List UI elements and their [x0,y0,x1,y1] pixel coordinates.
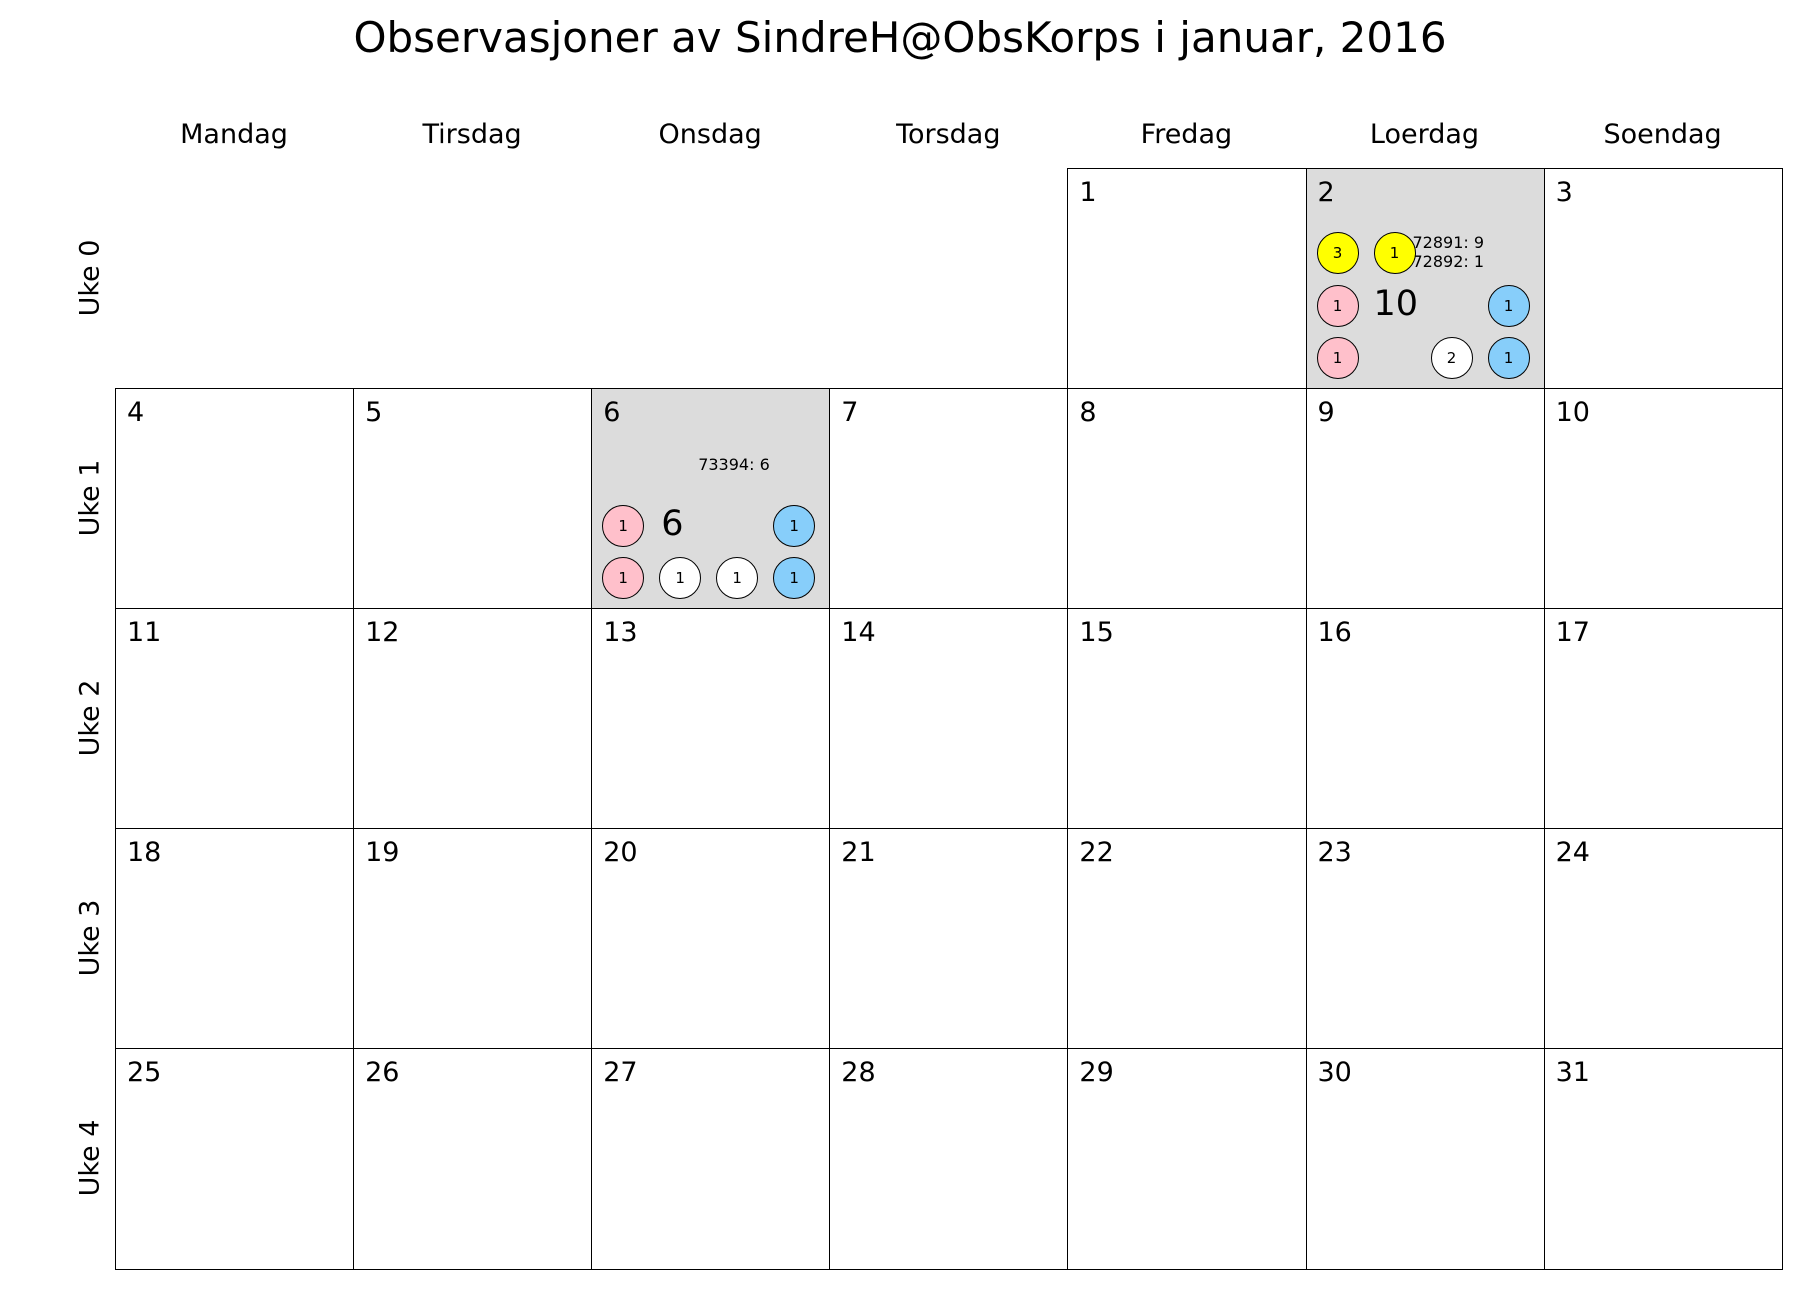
observation-note: 73394: 6 [698,455,770,474]
day-cell[interactable]: 29 [1067,1048,1307,1270]
day-cell[interactable]: 17 [1543,608,1784,830]
day-number: 13 [603,617,638,648]
day-number: 26 [365,1057,400,1088]
day-cell[interactable]: 4 [115,388,355,610]
count-marker: 1 [659,557,702,599]
chart-title: Observasjoner av SindreH@ObsKorps i janu… [353,13,1447,62]
count-marker: 1 [1487,337,1530,379]
day-number: 14 [841,617,876,648]
day-number: 9 [1317,397,1335,428]
count-marker: 3 [1316,232,1359,274]
week-label: Uke 4 [70,1120,110,1197]
day-cell[interactable]: 15 [1067,608,1307,830]
week-label-text: Uke 2 [74,679,105,757]
day-cell[interactable]: 23 [1305,828,1546,1050]
day-number: 25 [127,1057,162,1088]
day-cell[interactable]: 14 [829,608,1069,830]
day-cell[interactable]: 18 [115,828,355,1050]
day-cell[interactable]: 10 [1543,388,1784,610]
weekday-header: Mandag [180,119,288,150]
day-number: 15 [1079,617,1114,648]
day-cell[interactable]: 11 [115,608,355,830]
day-cell[interactable]: 9 [1305,388,1546,610]
week-label-text: Uke 0 [74,239,105,317]
day-number: 4 [127,397,145,428]
weekday-header: Onsdag [658,119,762,150]
day-number: 1 [1079,177,1097,208]
day-number: 28 [841,1057,876,1088]
day-cell[interactable]: 1 [1067,168,1307,390]
day-cell[interactable]: 13 [591,608,831,830]
day-number: 21 [841,837,876,868]
day-cell[interactable]: 8 [1067,388,1307,610]
weekday-header: Torsdag [896,119,1001,150]
day-cell[interactable]: 2 10 72891: 9 72892: 13111121 [1305,168,1546,390]
day-number: 18 [127,837,162,868]
count-marker: 1 [1316,337,1359,379]
day-number: 19 [365,837,400,868]
weekday-header: Loerdag [1369,119,1480,150]
observation-note: 72891: 9 [1412,233,1485,252]
count-marker: 1 [716,557,759,599]
count-marker: 1 [773,557,816,599]
day-total: 6 [661,504,684,544]
day-cell[interactable]: 5 [353,388,593,610]
observation-note: 72892: 1 [1412,252,1485,271]
weekday-header: Tirsdag [422,119,522,150]
day-cell[interactable]: 20 [591,828,831,1050]
count-marker: 1 [1316,285,1359,327]
day-total: 10 [1373,284,1419,324]
week-label-text: Uke 4 [74,1119,105,1197]
day-number: 17 [1555,617,1590,648]
day-cell[interactable]: 19 [353,828,593,1050]
day-number: 3 [1555,177,1573,208]
day-number: 7 [841,397,859,428]
weekday-header: Soendag [1603,119,1722,150]
week-label: Uke 3 [70,900,110,977]
day-number: 24 [1555,837,1590,868]
day-cell[interactable]: 16 [1305,608,1546,830]
week-label-text: Uke 1 [74,459,105,537]
day-cell[interactable]: 24 [1543,828,1784,1050]
day-number: 12 [365,617,400,648]
day-cell[interactable]: 25 [115,1048,355,1270]
day-number: 27 [603,1057,638,1088]
week-label: Uke 0 [70,240,110,317]
count-marker: 2 [1430,337,1473,379]
day-cell[interactable]: 28 [829,1048,1069,1270]
day-cell[interactable]: 7 [829,388,1069,610]
day-cell[interactable]: 30 [1305,1048,1546,1270]
day-cell[interactable]: 12 [353,608,593,830]
day-number: 10 [1555,397,1590,428]
week-label: Uke 1 [70,460,110,537]
day-number: 31 [1555,1057,1590,1088]
week-label-text: Uke 3 [74,899,105,977]
day-cell[interactable]: 26 [353,1048,593,1270]
count-marker: 1 [1373,232,1416,274]
day-number: 30 [1317,1057,1352,1088]
day-number: 11 [127,617,162,648]
day-number: 22 [1079,837,1114,868]
day-number: 20 [603,837,638,868]
week-label: Uke 2 [70,680,110,757]
day-number: 23 [1317,837,1352,868]
day-number: 2 [1317,177,1335,208]
day-cell[interactable]: 6 6 73394: 6111111 [591,388,831,610]
count-marker: 1 [1487,285,1530,327]
day-cell[interactable]: 27 [591,1048,831,1270]
day-cell[interactable]: 3 [1543,168,1784,390]
day-cell[interactable]: 21 [829,828,1069,1050]
day-number: 5 [365,397,383,428]
day-cell[interactable]: 31 [1543,1048,1784,1270]
day-cell[interactable]: 22 [1067,828,1307,1050]
day-number: 8 [1079,397,1097,428]
count-marker: 1 [773,505,816,547]
day-number: 6 [603,397,621,428]
count-marker: 1 [602,557,645,599]
weekday-header: Fredag [1140,119,1233,150]
day-number: 16 [1317,617,1352,648]
day-number: 29 [1079,1057,1114,1088]
count-marker: 1 [602,505,645,547]
